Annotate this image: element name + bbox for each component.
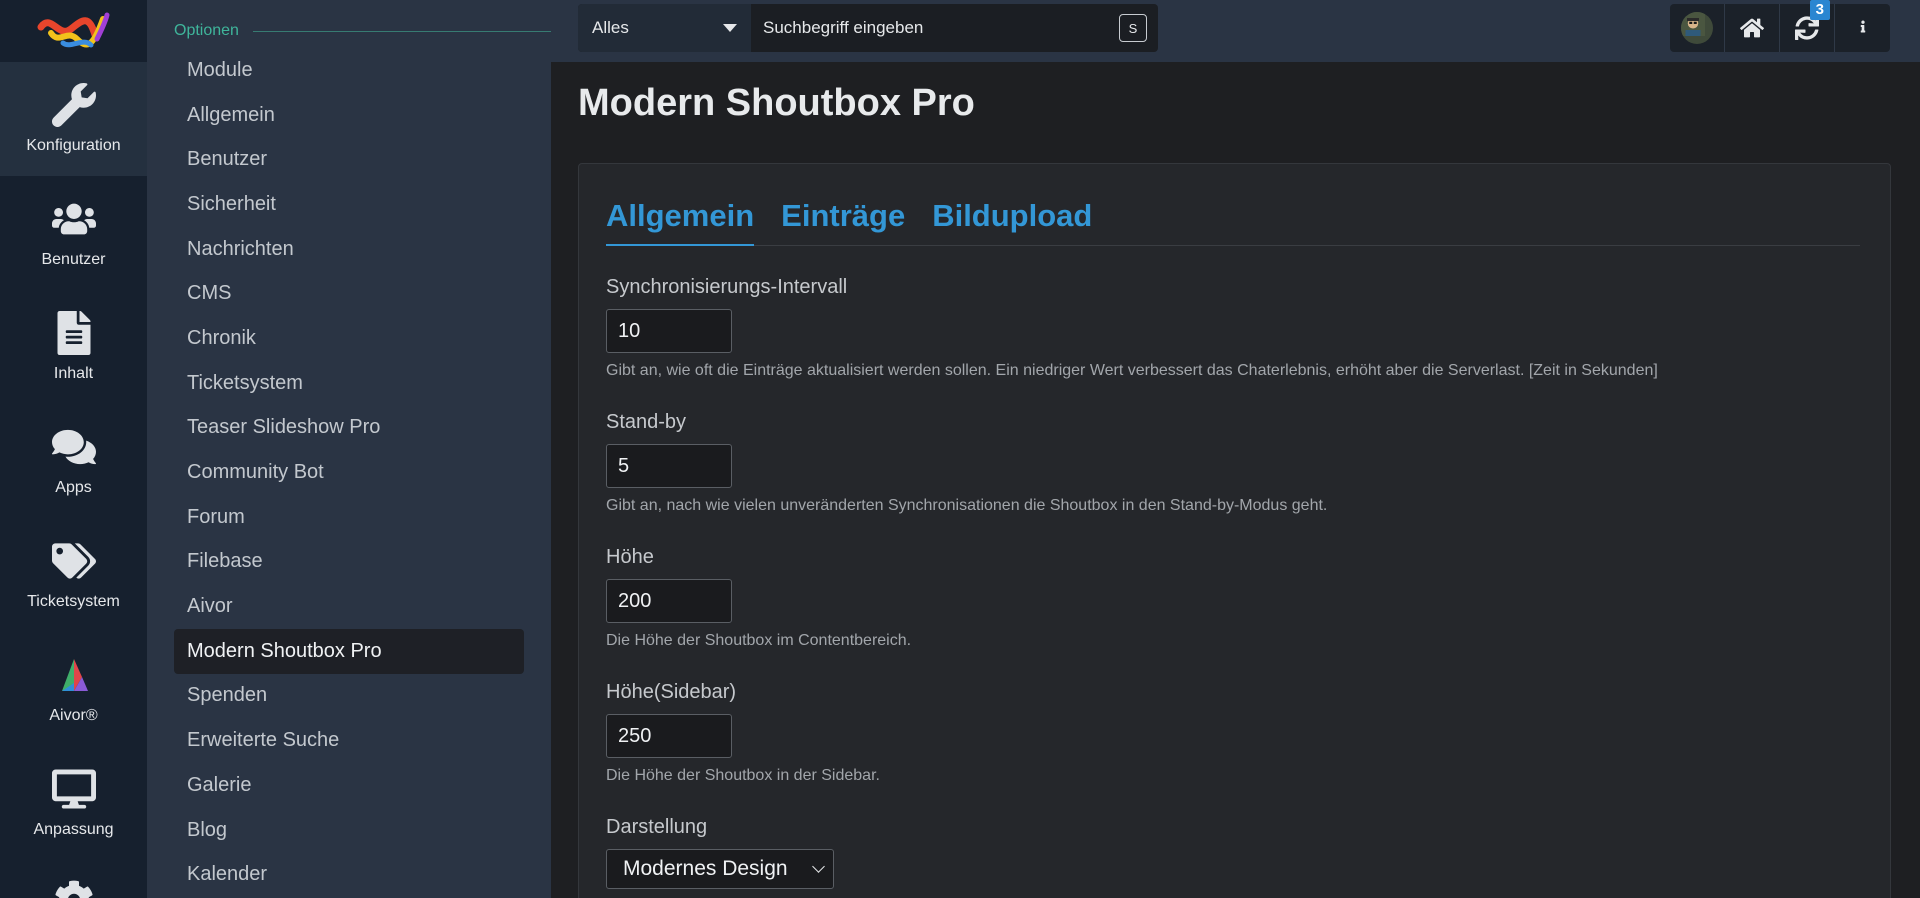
page-title: Modern Shoutbox Pro: [578, 82, 975, 124]
options-item[interactable]: Teaser Slideshow Pro: [174, 406, 524, 451]
updates-button[interactable]: 3: [1780, 0, 1835, 52]
main-content: Modern Shoutbox Pro Allgemein Einträge B…: [551, 62, 1920, 898]
options-item[interactable]: Blog: [174, 808, 524, 853]
options-item[interactable]: Kalender: [174, 852, 524, 897]
rail-label: Konfiguration: [26, 137, 121, 154]
user-menu-button[interactable]: [1670, 4, 1725, 52]
desktop-icon: [51, 769, 96, 809]
field-label: Stand-by: [606, 411, 687, 433]
icon-rail: Konfiguration Benutzer Inhalt Apps Ticke…: [0, 0, 147, 898]
update-count-badge: 3: [1809, 0, 1830, 20]
rail-label: Inhalt: [53, 365, 94, 382]
wrench-icon: [51, 83, 96, 127]
info-button[interactable]: [1835, 4, 1890, 52]
logo-icon: [37, 12, 109, 48]
users-icon: [51, 203, 96, 235]
avatar: [1681, 12, 1713, 44]
comments-icon: [51, 429, 96, 465]
home-button[interactable]: [1725, 4, 1780, 52]
options-item[interactable]: Sicherheit: [174, 182, 524, 227]
field-label: Synchronisierungs-Intervall: [606, 276, 848, 298]
options-item[interactable]: Module: [174, 48, 524, 93]
caret-down-icon: [723, 24, 737, 32]
options-item[interactable]: Modern Shoutbox Pro: [174, 628, 524, 674]
search-input[interactable]: [751, 4, 1119, 52]
field-label: Darstellung: [606, 816, 708, 838]
field-standby: Stand-by Gibt an, nach wie vielen unverä…: [606, 411, 1327, 515]
options-item[interactable]: Spenden: [174, 674, 524, 719]
user-actions: 3: [1670, 0, 1890, 52]
tab-bar: Allgemein Einträge Bildupload: [606, 198, 1860, 246]
options-item[interactable]: Chronik: [174, 316, 524, 361]
search-scope-label: Alles: [592, 18, 629, 37]
rail-item-aivor[interactable]: Aivor®: [0, 632, 147, 746]
height-sidebar-input[interactable]: [606, 714, 732, 758]
field-description: Die Höhe der Shoutbox im Contentbereich.: [606, 632, 912, 649]
field-description: Gibt an, nach wie vielen unveränderten S…: [606, 497, 1328, 514]
select-value: Modernes Design: [623, 857, 788, 880]
cog-icon: [54, 880, 93, 898]
rail-item-inhalt[interactable]: Inhalt: [0, 290, 147, 404]
options-item[interactable]: Allgemein: [174, 93, 524, 138]
field-label: Höhe(Sidebar): [606, 681, 737, 703]
options-item[interactable]: Benutzer: [174, 137, 524, 182]
options-item[interactable]: Nachrichten: [174, 227, 524, 272]
field-description: Gibt an, wie oft die Einträge aktualisie…: [606, 362, 1658, 379]
rail-label: Ticketsystem: [27, 593, 120, 610]
tab-bildupload[interactable]: Bildupload: [932, 198, 1092, 246]
standby-input[interactable]: [606, 444, 732, 488]
chevron-down-icon: [812, 860, 825, 873]
tags-icon: [51, 543, 96, 579]
field-height: Höhe Die Höhe der Shoutbox im Contentber…: [606, 546, 911, 650]
field-label: Höhe: [606, 546, 654, 568]
info-icon: [1860, 20, 1865, 33]
options-item[interactable]: Aivor: [174, 584, 524, 629]
rail-item-system[interactable]: [0, 860, 147, 898]
aivor-logo-icon: [61, 659, 88, 691]
app-logo[interactable]: [0, 0, 147, 62]
rail-label: Benutzer: [41, 251, 106, 268]
sync-interval-input[interactable]: [606, 309, 732, 353]
search-scope-dropdown[interactable]: Alles: [578, 4, 751, 52]
options-item[interactable]: Forum: [174, 495, 524, 540]
settings-panel: Allgemein Einträge Bildupload Synchronis…: [578, 163, 1891, 898]
home-icon: [1740, 18, 1764, 38]
rail-label: Aivor®: [49, 707, 98, 724]
rail-item-benutzer[interactable]: Benutzer: [0, 176, 147, 290]
rail-label: Anpassung: [33, 821, 114, 838]
options-item[interactable]: Galerie: [174, 763, 524, 808]
options-item[interactable]: Filebase: [174, 540, 524, 585]
keyboard-shortcut-hint: S: [1119, 14, 1147, 42]
options-item[interactable]: Community Bot: [174, 450, 524, 495]
field-darstellung: Darstellung Modernes Design: [606, 816, 834, 889]
rail-label: Apps: [55, 479, 92, 496]
options-list: Module Allgemein Benutzer Sicherheit Nachric…: [174, 48, 524, 897]
height-input[interactable]: [606, 579, 732, 623]
top-bar: Alles S 3: [551, 0, 1920, 62]
tab-allgemein[interactable]: Allgemein: [606, 198, 755, 246]
tab-eintraege[interactable]: Einträge: [781, 198, 905, 246]
options-item[interactable]: CMS: [174, 271, 524, 316]
field-sync-interval: Synchronisierungs-Intervall Gibt an, wie…: [606, 276, 1658, 380]
options-title: Optionen: [174, 22, 239, 39]
rail-item-konfiguration[interactable]: Konfiguration: [0, 62, 147, 176]
field-description: Die Höhe der Shoutbox in der Sidebar.: [606, 767, 880, 784]
avatar-image: [1681, 12, 1705, 36]
rail-item-ticketsystem[interactable]: Ticketsystem: [0, 518, 147, 632]
file-icon: [57, 311, 90, 355]
field-height-sidebar: Höhe(Sidebar) Die Höhe der Shoutbox in d…: [606, 681, 880, 785]
rail-item-apps[interactable]: Apps: [0, 404, 147, 518]
options-sidebar: Optionen Module Allgemein Benutzer Sicherhe…: [147, 0, 671, 898]
search-bar: Alles S: [578, 4, 1158, 52]
rail-item-anpassung[interactable]: Anpassung: [0, 746, 147, 860]
darstellung-select[interactable]: Modernes Design: [606, 849, 834, 889]
options-item[interactable]: Ticketsystem: [174, 361, 524, 406]
options-item[interactable]: Erweiterte Suche: [174, 718, 524, 763]
